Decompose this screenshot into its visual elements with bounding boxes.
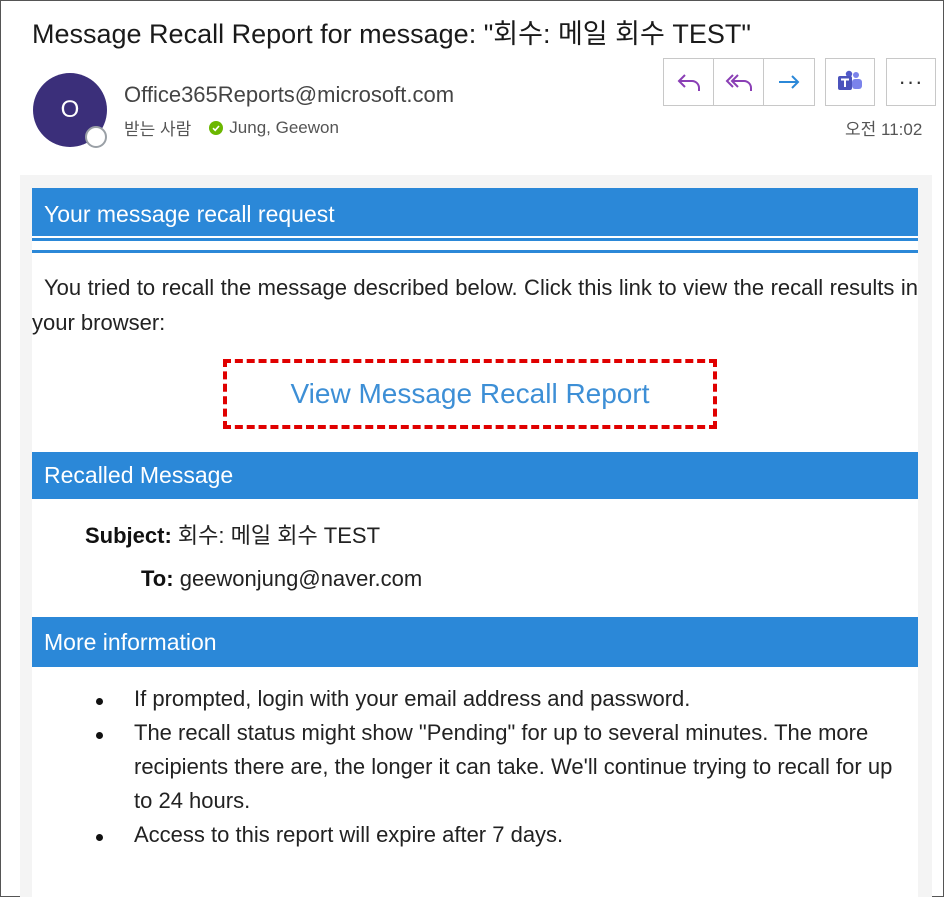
message-action-group [663,58,815,106]
more-icon: ··· [898,69,924,94]
reply-all-icon [725,74,752,91]
to-field-label: To: [141,566,174,591]
recalled-subject-field: Subject: 회수: 메일 회수 TEST [85,518,380,550]
teams-share-button[interactable] [825,58,875,106]
bullet-text: The recall status might show "Pending" f… [134,720,893,813]
section-title: Your message recall request [44,201,335,227]
section-title: More information [44,628,217,655]
section-title: Recalled Message [44,462,234,488]
section-header-recalled-message: Recalled Message [32,452,918,499]
section-header-recall-request: Your message recall request [32,188,918,241]
reply-icon [677,74,700,91]
to-field-value: geewonjung@naver.com [179,566,423,591]
subject-value: 회수: 메일 회수 TEST [177,523,381,548]
list-item: The recall status might show "Pending" f… [96,716,916,818]
email-subject: Message Recall Report for message: "회수: … [32,19,751,49]
list-item: If prompted, login with your email addre… [96,682,916,716]
intro-text: You tried to recall the message describe… [32,275,918,335]
available-status-icon [209,120,224,135]
sender-address[interactable]: Office365Reports@microsoft.com [124,82,454,108]
teams-icon [838,70,862,90]
section-divider [32,250,918,253]
received-time: 오전 11:02 [845,120,923,139]
presence-status-icon [85,126,107,148]
info-bullet-list: If prompted, login with your email addre… [96,682,916,852]
forward-button[interactable] [764,59,814,105]
avatar-initial: O [60,96,80,123]
bullet-text: If prompted, login with your email addre… [134,686,691,711]
bullet-icon [96,834,103,841]
recalled-to-field: To: geewonjung@naver.com [141,566,422,592]
bullet-icon [96,698,103,705]
bullet-icon [96,732,103,739]
bullet-text: Access to this report will expire after … [134,822,564,847]
section-header-more-information: More information [32,617,918,667]
forward-icon [779,75,800,89]
view-recall-report-link[interactable]: View Message Recall Report [291,378,650,410]
recipient-name[interactable]: Jung, Geewon [229,118,339,138]
recipient-row: 받는 사람 Jung, Geewon [124,115,339,140]
section-divider [32,236,918,238]
reply-button[interactable] [664,59,714,105]
list-item: Access to this report will expire after … [96,818,916,852]
more-actions-button[interactable]: ··· [886,58,936,106]
reply-all-button[interactable] [714,59,764,105]
report-link-highlight: View Message Recall Report [223,359,717,429]
subject-label: Subject: [85,523,172,548]
to-label: 받는 사람 [124,120,192,139]
